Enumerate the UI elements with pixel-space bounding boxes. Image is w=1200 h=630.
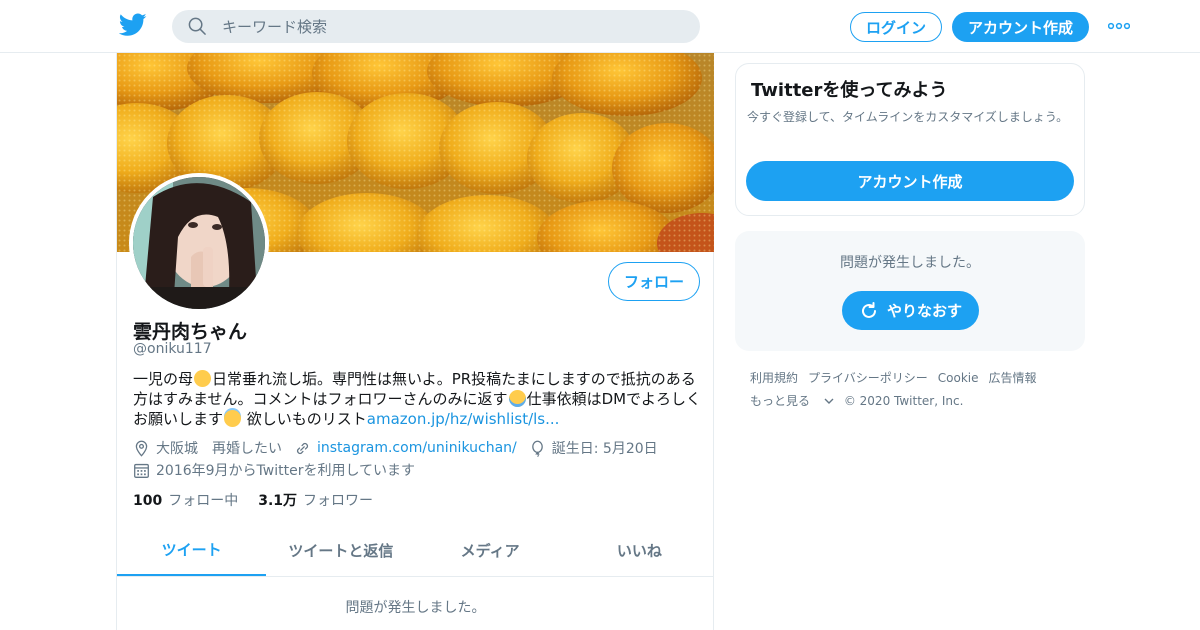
followers-count-link[interactable]: 3.1万 フォロワー — [258, 490, 373, 510]
twitter-bird-icon[interactable] — [119, 13, 147, 37]
retry-button[interactable]: やりなおす — [842, 291, 979, 330]
footer-link-terms[interactable]: 利用規約 — [750, 371, 798, 385]
chevron-down-icon — [824, 398, 834, 404]
balloon-icon — [531, 440, 543, 457]
link-icon — [296, 442, 309, 454]
sidebar-error-card: 問題が発生しました。 やりなおす — [735, 231, 1085, 351]
followers-count: 3.1万 — [258, 493, 298, 509]
tab-tweets[interactable]: ツイート — [117, 524, 267, 576]
profile-meta-row: 大阪城 再婚したい instagram.com/uninikuchan/ 誕生日… — [133, 438, 658, 458]
profile-display-name: 雲丹肉ちゃん — [133, 321, 248, 343]
more-dots-icon[interactable] — [1108, 22, 1130, 30]
profile-tabs: ツイート ツイートと返信 メディア いいね — [117, 524, 714, 577]
search-bar[interactable] — [172, 10, 700, 43]
profile-bio: 一児の母 日常垂れ流し垢。専門性は無いよ。PR投稿たまにしますので抵抗のある方はす… — [133, 369, 703, 429]
promo-description: 今すぐ登録して、タイムラインをカスタマイズしましょう。 — [747, 110, 1069, 124]
top-navigation-bar: ログイン アカウント作成 — [0, 0, 1200, 53]
timeline-error-message: 問題が発生しました。 — [345, 600, 486, 616]
profile-location: 大阪城 再婚したい — [156, 441, 282, 457]
refresh-icon — [862, 301, 876, 318]
location-pin-icon — [135, 440, 148, 457]
signup-promo-card: Twitterを使ってみよう 今すぐ登録して、タイムラインをカスタマイズしましょ… — [735, 63, 1085, 216]
calendar-icon — [134, 463, 149, 478]
sidebar-error-message: 問題が発生しました。 — [840, 255, 980, 271]
tab-media[interactable]: メディア — [416, 524, 565, 576]
profile-handle[interactable]: @oniku117 — [133, 341, 212, 357]
login-button[interactable]: ログイン — [850, 12, 942, 42]
tears-of-joy-emoji-icon — [508, 390, 526, 407]
search-icon — [188, 17, 206, 35]
footer-link-cookie[interactable]: Cookie — [938, 371, 979, 385]
footer-link-privacy[interactable]: プライバシーポリシー — [808, 371, 928, 385]
tab-tweets-and-replies[interactable]: ツイートと返信 — [266, 524, 415, 576]
following-label: フォロー中 — [168, 493, 239, 509]
profile-follow-counts: 100 フォロー中 3.1万 フォロワー — [133, 490, 373, 510]
sidebar-signup-button[interactable]: アカウント作成 — [746, 161, 1074, 201]
following-count: 100 — [133, 493, 163, 509]
profile-joined-row: 2016年9月からTwitterを利用しています — [133, 460, 415, 480]
following-count-link[interactable]: 100 フォロー中 — [133, 490, 238, 510]
footer-more-label: もっと見る — [750, 394, 811, 408]
footer-copyright: © 2020 Twitter, Inc. — [843, 394, 964, 408]
profile-birthday: 誕生日: 5月20日 — [551, 441, 658, 457]
footer-link-ads[interactable]: 広告情報 — [989, 371, 1037, 385]
header-signup-button[interactable]: アカウント作成 — [952, 12, 1089, 42]
profile-website-link[interactable]: instagram.com/uninikuchan/ — [317, 440, 517, 456]
search-input[interactable] — [222, 10, 682, 43]
retry-label: やりなおす — [886, 302, 962, 320]
profile-column: フォロー 雲丹肉ちゃん @oniku117 一児の母 日常垂れ流し垢。専門性は無い… — [116, 53, 714, 630]
sidebar-footer: 利用規約 プライバシーポリシー Cookie 広告情報 もっと見る © 2020 Tw… — [750, 367, 1080, 413]
footer-more-button[interactable]: もっと見る — [750, 394, 834, 408]
follow-button[interactable]: フォロー — [608, 262, 700, 301]
bio-text-4: 欲しいものリスト — [242, 410, 367, 428]
profile-avatar[interactable] — [129, 173, 269, 313]
tab-likes[interactable]: いいね — [565, 524, 714, 576]
relieved-face-emoji-icon — [194, 370, 212, 387]
smiling-halo-emoji-icon — [224, 410, 242, 427]
promo-title: Twitterを使ってみよう — [751, 80, 948, 101]
profile-joined-date: 2016年9月からTwitterを利用しています — [156, 463, 416, 479]
bio-text-1: 一児の母 — [133, 370, 194, 388]
bio-wishlist-link[interactable]: amazon.jp/hz/wishlist/ls... — [367, 410, 560, 428]
followers-label: フォロワー — [303, 493, 374, 509]
